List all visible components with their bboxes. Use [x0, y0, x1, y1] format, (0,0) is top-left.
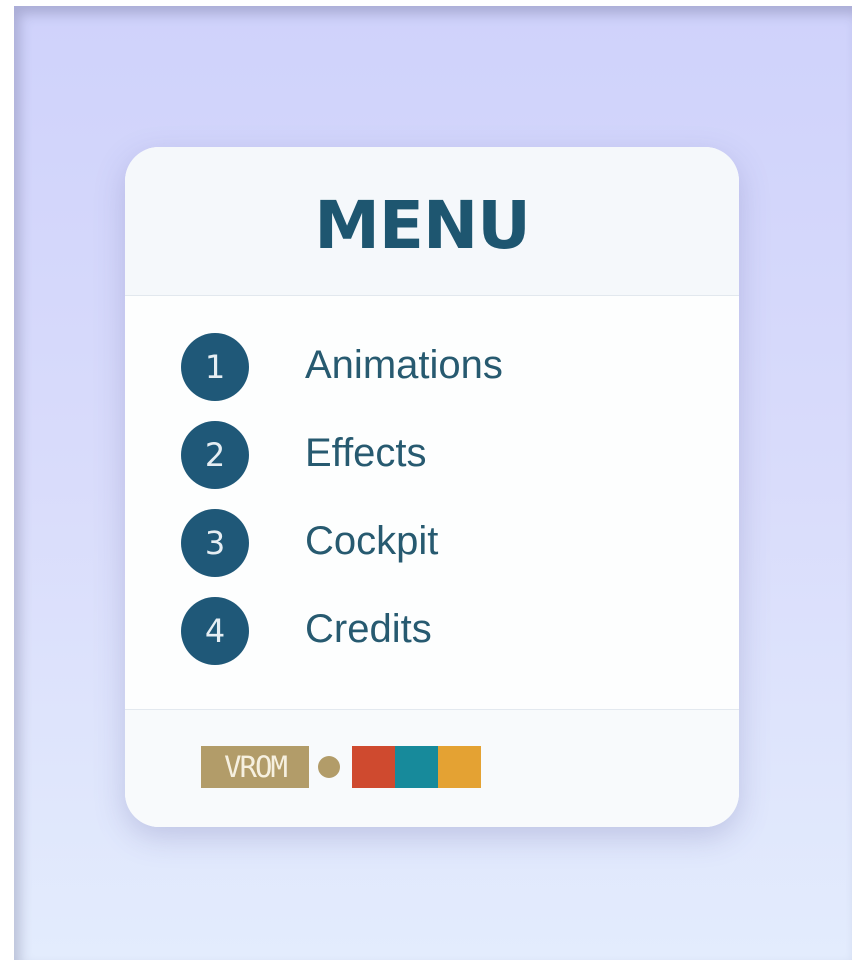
- menu-title: MENU: [314, 187, 531, 264]
- menu-item-label: Cockpit: [305, 519, 439, 563]
- vrom-logo-text: VROM: [201, 746, 309, 788]
- item-number-badge: 1: [181, 333, 249, 401]
- vrom-logo: VROM: [201, 746, 557, 788]
- menu-item-animations[interactable]: 1 Animations: [181, 323, 661, 401]
- menu-header: MENU: [125, 147, 739, 296]
- logo-color-block-orange: [438, 746, 481, 788]
- item-number-badge: 4: [181, 597, 249, 665]
- menu-footer: VROM: [125, 709, 739, 827]
- item-number-badge: 3: [181, 509, 249, 577]
- logo-color-block-teal: [395, 746, 438, 788]
- menu-item-credits[interactable]: 4 Credits: [181, 587, 661, 665]
- menu-panel: MENU 1 Animations 2 Effects 3 Cockpit 4 …: [125, 147, 739, 827]
- logo-color-block-red: [352, 746, 395, 788]
- menu-item-effects[interactable]: 2 Effects: [181, 411, 661, 489]
- logo-dot-icon: [318, 756, 340, 778]
- menu-item-label: Credits: [305, 607, 432, 651]
- menu-item-label: Effects: [305, 431, 427, 475]
- menu-item-label: Animations: [305, 343, 503, 387]
- item-number-badge: 2: [181, 421, 249, 489]
- menu-item-cockpit[interactable]: 3 Cockpit: [181, 499, 661, 577]
